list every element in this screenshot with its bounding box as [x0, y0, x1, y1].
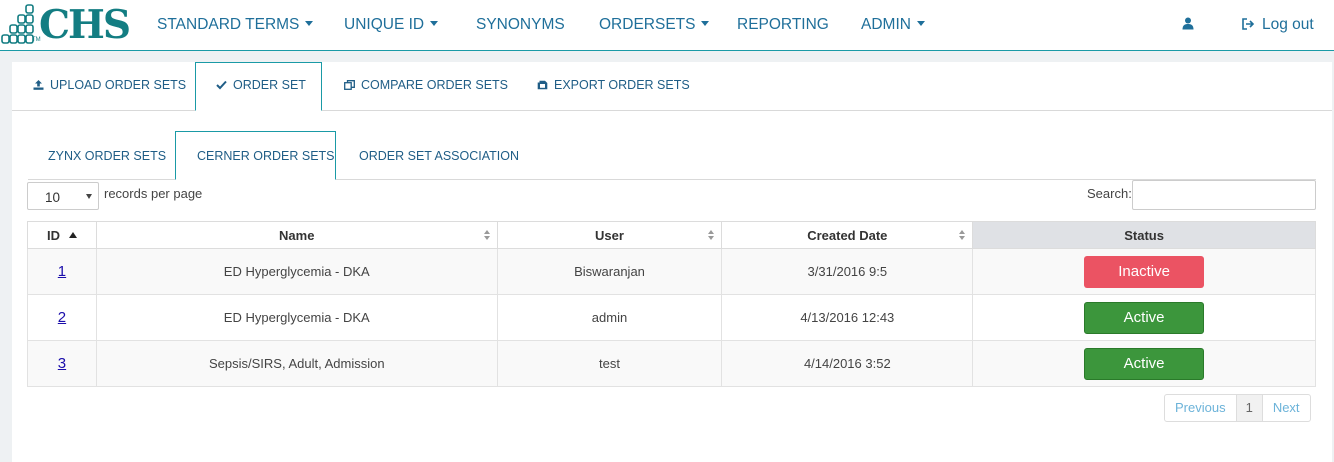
table-row: 1 ED Hyperglycemia - DKA Biswaranjan 3/3…: [27, 248, 1316, 295]
logo-text: CHS: [39, 2, 131, 48]
nav-ordersets-label: ORDERSETS: [599, 16, 696, 33]
pagination-next[interactable]: Next: [1263, 395, 1310, 421]
cell-created-date: 4/13/2016 12:43: [721, 294, 974, 341]
tab-upload-order-sets[interactable]: UPLOAD ORDER SETS: [33, 78, 186, 92]
page-length-value: 10: [45, 190, 61, 205]
pagination-previous[interactable]: Previous: [1165, 395, 1236, 421]
sort-ascending-icon: [68, 231, 77, 238]
cell-status: Active: [972, 294, 1316, 341]
copy-icon: [344, 80, 355, 90]
tab-upload-order-sets-label: UPLOAD ORDER SETS: [50, 78, 187, 92]
logout-link[interactable]: Log out: [1242, 16, 1314, 34]
cell-name: ED Hyperglycemia - DKA: [95, 248, 498, 295]
tab-zynx-order-sets[interactable]: ZYNX ORDER SETS: [48, 149, 166, 163]
caret-down-icon: [430, 21, 439, 27]
pagination-current-page[interactable]: 1: [1235, 395, 1263, 421]
column-header-id-label: ID: [46, 227, 60, 243]
nav-standard-terms[interactable]: STANDARD TERMS: [157, 16, 314, 34]
check-icon: [216, 80, 227, 90]
tab-compare-order-sets[interactable]: COMPARE ORDER SETS: [344, 78, 508, 92]
nav-ordersets[interactable]: ORDERSETS: [599, 16, 710, 34]
table-row: 2 ED Hyperglycemia - DKA admin 4/13/2016…: [27, 294, 1316, 341]
column-header-user-label: User: [595, 227, 624, 243]
main-panel: UPLOAD ORDER SETS ORDER SET COMPARE ORDE…: [12, 62, 1332, 462]
cell-id: 2: [27, 294, 97, 341]
order-set-id-link[interactable]: 2: [58, 309, 66, 326]
nav-unique-id[interactable]: UNIQUE ID: [344, 16, 439, 34]
caret-down-icon: [916, 21, 925, 27]
status-toggle-button[interactable]: Active: [1084, 301, 1205, 334]
cell-id: 3: [27, 340, 97, 387]
cell-name: Sepsis/SIRS, Adult, Admission: [95, 340, 498, 387]
cell-id: 1: [27, 248, 97, 295]
status-toggle-button[interactable]: Inactive: [1084, 255, 1205, 288]
chs-logo[interactable]: CHS TM: [0, 2, 131, 48]
cell-status: Inactive: [972, 248, 1316, 295]
export-icon: [537, 80, 548, 90]
cell-user: admin: [496, 294, 723, 341]
tab-order-set-label: ORDER SET: [233, 78, 306, 92]
column-header-id[interactable]: ID: [27, 221, 97, 249]
caret-down-icon: [701, 21, 710, 27]
search-label: Search:: [1087, 186, 1132, 201]
upload-icon: [33, 80, 44, 90]
cell-user: test: [496, 340, 723, 387]
user-icon: [1182, 17, 1194, 30]
table-row: 3 Sepsis/SIRS, Adult, Admission test 4/1…: [27, 340, 1316, 387]
top-navbar: CHS TM STANDARD TERMS UNIQUE ID SYNONYMS…: [0, 0, 1334, 51]
order-sets-table: ID Name User Created Date Status 1 ED Hy…: [27, 221, 1316, 387]
user-profile-button[interactable]: [1182, 17, 1194, 35]
nav-unique-id-label: UNIQUE ID: [344, 16, 425, 33]
cell-created-date: 3/31/2016 9:5: [721, 248, 974, 295]
page-length-select[interactable]: 10: [27, 182, 99, 210]
table-header-row: ID Name User Created Date Status: [27, 221, 1316, 249]
status-toggle-button[interactable]: Active: [1084, 347, 1205, 380]
logo-trademark: TM: [32, 37, 41, 43]
tab-export-order-sets[interactable]: EXPORT ORDER SETS: [537, 78, 690, 92]
logout-label: Log out: [1262, 16, 1314, 33]
cell-user: Biswaranjan: [496, 248, 723, 295]
sign-out-icon: [1242, 18, 1255, 30]
nav-admin-label: ADMIN: [861, 16, 911, 33]
sort-icon: [483, 230, 491, 242]
select-arrow-icon: [86, 194, 92, 199]
sort-icon: [708, 230, 715, 242]
column-header-created-date-label: Created Date: [807, 227, 888, 243]
tab-export-order-sets-label: EXPORT ORDER SETS: [554, 78, 690, 92]
order-set-id-link[interactable]: 1: [58, 263, 66, 280]
tab-compare-order-sets-label: COMPARE ORDER SETS: [361, 78, 509, 92]
page-length-label: records per page: [104, 186, 203, 201]
caret-down-icon: [305, 21, 314, 27]
column-header-name[interactable]: Name: [95, 221, 498, 249]
search-input[interactable]: [1132, 180, 1316, 210]
sort-icon: [959, 230, 966, 242]
cell-status: Active: [972, 340, 1316, 387]
pagination: Previous 1 Next: [1164, 394, 1311, 422]
column-header-status: Status: [972, 221, 1316, 249]
column-header-created-date[interactable]: Created Date: [721, 221, 974, 249]
tab-cerner-order-sets[interactable]: CERNER ORDER SETS: [197, 149, 335, 163]
nav-reporting[interactable]: REPORTING: [737, 16, 829, 34]
nav-synonyms[interactable]: SYNONYMS: [476, 16, 565, 34]
column-header-name-label: Name: [279, 227, 315, 243]
column-header-user[interactable]: User: [496, 221, 723, 249]
cell-name: ED Hyperglycemia - DKA: [95, 294, 498, 341]
nav-standard-terms-label: STANDARD TERMS: [157, 16, 300, 33]
tab-order-set-association[interactable]: ORDER SET ASSOCIATION: [359, 149, 519, 163]
nav-admin[interactable]: ADMIN: [861, 16, 925, 34]
tab-order-set[interactable]: ORDER SET: [216, 78, 306, 92]
cell-created-date: 4/14/2016 3:52: [721, 340, 974, 387]
order-set-id-link[interactable]: 3: [58, 355, 66, 372]
